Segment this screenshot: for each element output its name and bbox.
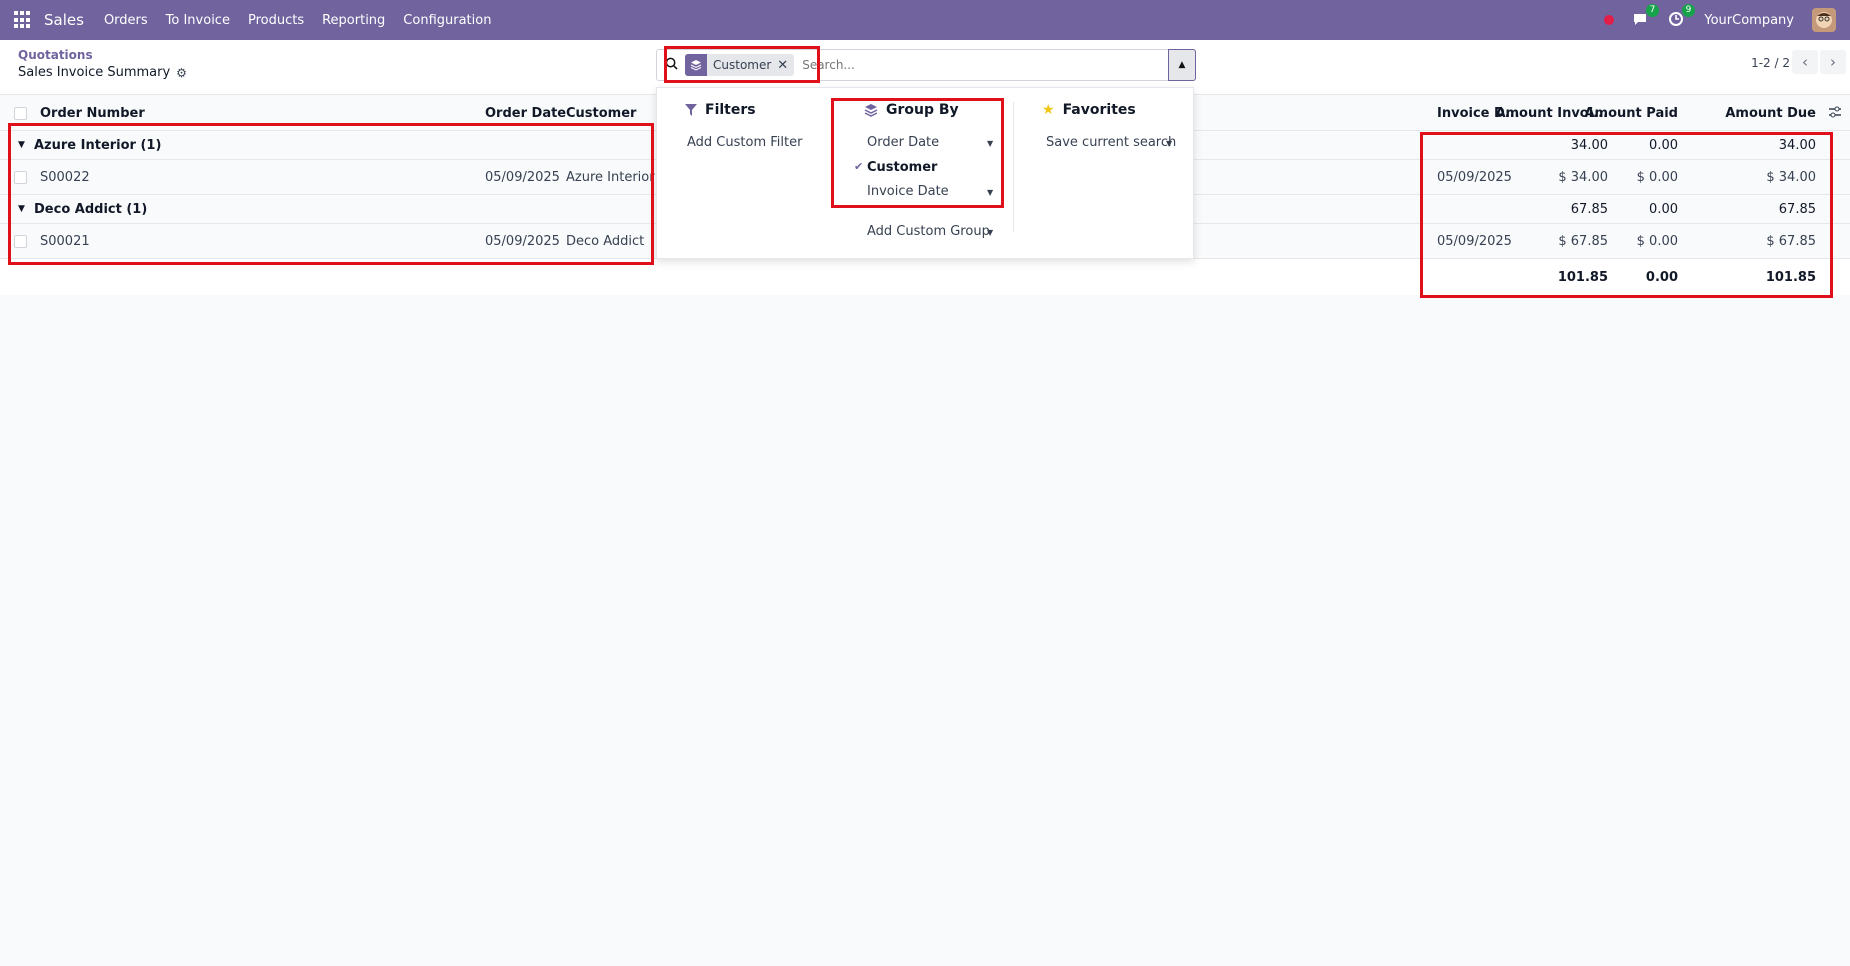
chevron-right-icon: › <box>1830 53 1836 71</box>
menu-reporting[interactable]: Reporting <box>322 13 385 28</box>
messages-badge: 7 <box>1645 4 1660 17</box>
cell-order-date: 05/09/2025 <box>485 170 560 185</box>
section-divider <box>1013 102 1014 232</box>
caret-down-icon[interactable]: ▼ <box>987 228 993 237</box>
menu-configuration[interactable]: Configuration <box>403 13 491 28</box>
groupby-header: Group By <box>864 102 959 118</box>
gear-icon[interactable]: ⚙ <box>176 66 187 80</box>
caret-down-icon[interactable]: ▼ <box>987 139 993 148</box>
col-order-date[interactable]: Order Date <box>485 106 566 121</box>
app-grid-icon[interactable] <box>14 11 32 29</box>
filters-section: Filters <box>685 102 756 118</box>
filters-title: Filters <box>705 102 756 118</box>
systray: 7 9 YourCompany <box>1604 0 1836 40</box>
search-icon <box>657 57 685 74</box>
col-customer[interactable]: Customer <box>566 106 636 121</box>
caret-down-icon[interactable]: ▼ <box>1166 139 1172 148</box>
activity-clock-icon[interactable]: 9 <box>1668 4 1696 29</box>
select-all-checkbox[interactable] <box>14 107 27 120</box>
menu-products[interactable]: Products <box>248 13 304 28</box>
total-amount-invoiced: 101.85 <box>1557 270 1608 285</box>
main-menu: Orders To Invoice Products Reporting Con… <box>104 13 510 28</box>
col-amount-paid[interactable]: Amount Paid <box>1584 106 1678 121</box>
cell-amount-paid: $ 0.00 <box>1636 234 1678 249</box>
chevron-left-icon: ‹ <box>1802 53 1808 71</box>
status-dot-icon[interactable] <box>1604 15 1615 25</box>
filter-icon <box>685 104 697 116</box>
row-checkbox[interactable] <box>14 171 27 184</box>
cell-order-date: 05/09/2025 <box>485 234 560 249</box>
company-switcher[interactable]: YourCompany <box>1704 13 1794 28</box>
cell-order-number: S00022 <box>40 170 90 185</box>
group-amount-paid: 0.00 <box>1649 138 1678 153</box>
cell-order-number: S00021 <box>40 234 90 249</box>
favorites-header: ★ Favorites <box>1042 102 1136 118</box>
add-custom-filter[interactable]: Add Custom Filter <box>687 135 802 150</box>
favorites-section: ★ Favorites <box>1042 102 1136 118</box>
filters-header: Filters <box>685 102 756 118</box>
caret-down-icon: ▼ <box>18 140 25 150</box>
groupby-customer-label: Customer <box>867 160 938 175</box>
caret-down-icon[interactable]: ▼ <box>987 188 993 197</box>
search-input[interactable] <box>802 58 1195 72</box>
cell-invoice-date: 05/09/2025 <box>1437 234 1512 249</box>
groupby-customer[interactable]: ✔ Customer <box>854 160 938 175</box>
totals-row: 101.85 0.00 101.85 <box>0 259 1850 295</box>
col-order-number[interactable]: Order Number <box>40 106 145 121</box>
total-amount-paid: 0.00 <box>1645 270 1678 285</box>
layers-icon <box>864 104 878 117</box>
facet-label: Customer <box>713 58 772 72</box>
top-navbar: Sales Orders To Invoice Products Reporti… <box>0 0 1850 40</box>
menu-to-invoice[interactable]: To Invoice <box>166 13 230 28</box>
search-facet-groupby: Customer ✕ <box>685 54 795 76</box>
cell-customer: Azure Interior <box>566 170 655 185</box>
group-amount-due: 67.85 <box>1778 202 1816 217</box>
pager-next-button[interactable]: › <box>1820 50 1846 74</box>
optional-columns-icon[interactable] <box>1828 105 1842 123</box>
groupby-invoice-date[interactable]: Invoice Date <box>867 184 949 199</box>
save-current-search[interactable]: Save current search <box>1046 135 1176 150</box>
col-amount-due[interactable]: Amount Due <box>1725 106 1816 121</box>
group-amount-paid: 0.00 <box>1649 202 1678 217</box>
chat-icon[interactable]: 7 <box>1632 4 1660 29</box>
checkmark-icon: ✔ <box>854 160 864 173</box>
row-checkbox[interactable] <box>14 235 27 248</box>
total-amount-due: 101.85 <box>1765 270 1816 285</box>
pager-previous-button[interactable]: ‹ <box>1792 50 1818 74</box>
group-amount-invoiced: 67.85 <box>1570 202 1608 217</box>
cell-amount-due: $ 67.85 <box>1766 234 1816 249</box>
groupby-title: Group By <box>886 102 959 118</box>
layers-icon <box>685 54 707 76</box>
facet-remove-icon[interactable]: ✕ <box>777 58 794 73</box>
groupby-order-date[interactable]: Order Date <box>867 135 939 150</box>
star-icon: ★ <box>1042 102 1055 118</box>
avatar-face-icon <box>1816 12 1832 28</box>
add-custom-group[interactable]: Add Custom Group <box>867 224 990 239</box>
group-label: Deco Addict (1) <box>34 202 148 217</box>
cell-invoice-date: 05/09/2025 <box>1437 170 1512 185</box>
group-amount-due: 34.00 <box>1778 138 1816 153</box>
cell-amount-invoiced: $ 67.85 <box>1558 234 1608 249</box>
search-options-toggle[interactable]: ▲ <box>1168 49 1196 81</box>
caret-up-icon: ▲ <box>1178 60 1186 70</box>
page-title-text: Sales Invoice Summary <box>18 65 171 80</box>
cell-amount-due: $ 34.00 <box>1766 170 1816 185</box>
user-avatar[interactable] <box>1812 8 1836 32</box>
cell-customer: Deco Addict <box>566 234 645 249</box>
page-title: Sales Invoice Summary ⚙ <box>18 65 187 80</box>
app-name[interactable]: Sales <box>44 11 84 29</box>
search-options-dropdown: Filters Add Custom Filter Group By Order… <box>656 87 1194 259</box>
caret-down-icon: ▼ <box>18 204 25 214</box>
activities-badge: 9 <box>1681 4 1696 17</box>
groupby-section: Group By <box>864 102 959 118</box>
cell-amount-paid: $ 0.00 <box>1636 170 1678 185</box>
favorites-title: Favorites <box>1062 102 1136 118</box>
search-bar: Customer ✕ ▲ <box>656 49 1196 81</box>
group-amount-invoiced: 34.00 <box>1570 138 1608 153</box>
cell-amount-invoiced: $ 34.00 <box>1558 170 1608 185</box>
menu-orders[interactable]: Orders <box>104 13 148 28</box>
breadcrumb-quotations[interactable]: Quotations <box>18 48 93 62</box>
pager-value[interactable]: 1-2 / 2 <box>1751 56 1790 70</box>
group-label: Azure Interior (1) <box>34 138 162 153</box>
